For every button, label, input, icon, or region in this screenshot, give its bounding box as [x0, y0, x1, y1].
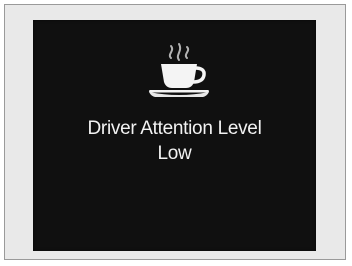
instrument-display-screen: Driver Attention Level Low: [33, 20, 316, 251]
display-frame: Driver Attention Level Low: [4, 4, 346, 260]
attention-title: Driver Attention Level: [87, 118, 262, 139]
coffee-cup-icon: [143, 42, 215, 104]
attention-message: Driver Attention Level Low: [33, 116, 316, 166]
attention-level-value: Low: [157, 143, 192, 164]
